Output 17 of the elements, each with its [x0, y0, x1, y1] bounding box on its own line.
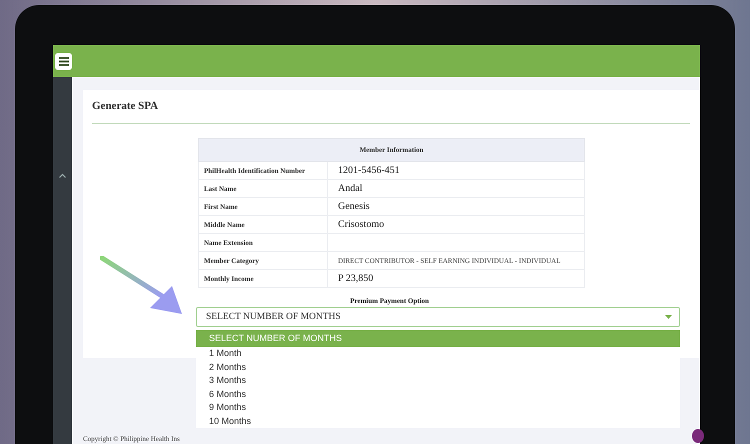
- table-cell: 1201-5456-451: [328, 162, 584, 180]
- dropdown-option[interactable]: 10 Months: [196, 414, 680, 428]
- table-cell: Genesis: [328, 198, 584, 216]
- select-field[interactable]: SELECT NUMBER OF MONTHS: [196, 307, 680, 327]
- table-cell: Crisostomo: [328, 216, 584, 234]
- dropdown-option[interactable]: 6 Months: [196, 388, 680, 401]
- menu-icon: [58, 56, 68, 66]
- dropdown-option[interactable]: 1 Month: [196, 347, 680, 360]
- menu-button[interactable]: [55, 52, 72, 70]
- chevron-up-icon[interactable]: [59, 173, 66, 178]
- dropdown-option[interactable]: 2 Months: [196, 360, 680, 374]
- dropdown-option[interactable]: 9 Months: [196, 401, 680, 414]
- dropdown-option[interactable]: 3 Months: [196, 374, 680, 388]
- table-cell: Andal: [328, 180, 584, 198]
- page-title: Generate SPA: [92, 100, 160, 112]
- table-cell: P 23,850: [328, 270, 584, 288]
- caret-icon: [665, 315, 672, 319]
